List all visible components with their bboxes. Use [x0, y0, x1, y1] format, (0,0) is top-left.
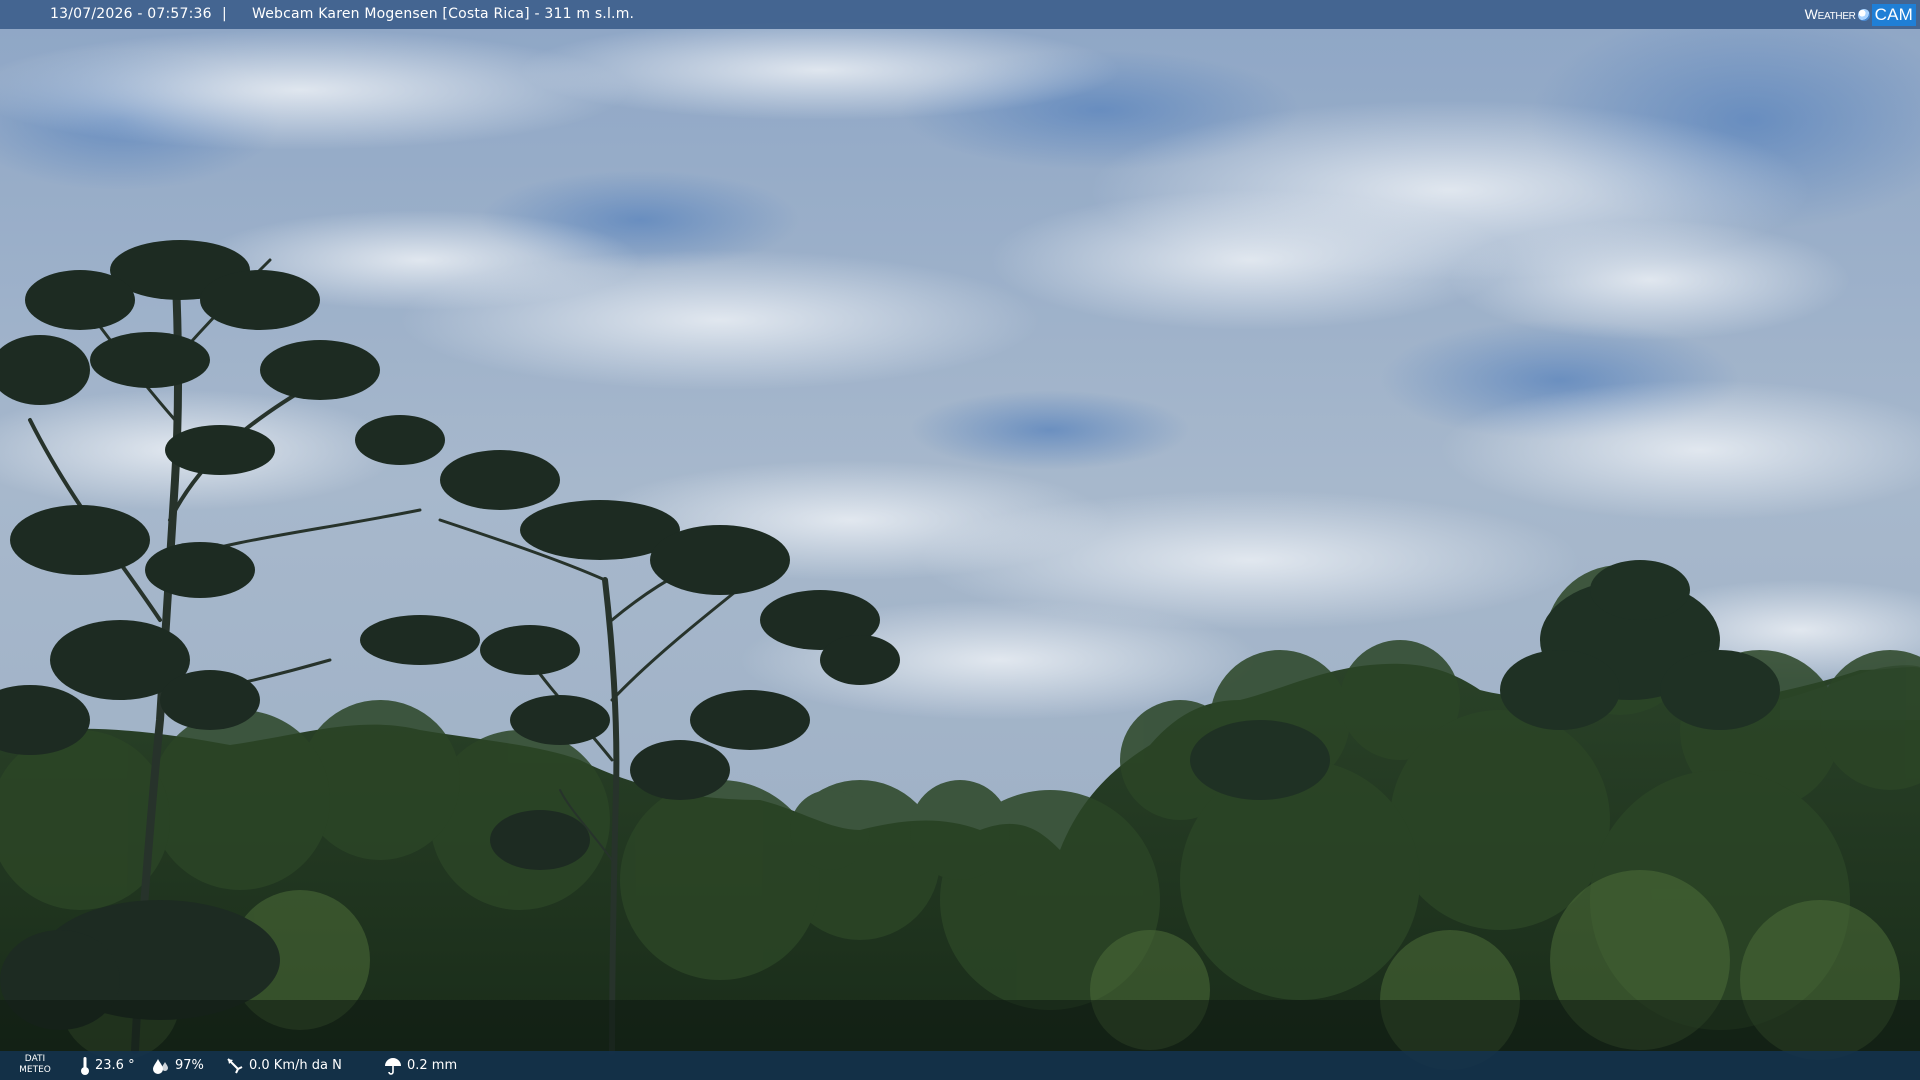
umbrella-icon: [384, 1057, 402, 1075]
webcam-frame: 13/07/2026 - 07:57:36 | Webcam Karen Mog…: [0, 0, 1920, 1080]
globe-icon: [1857, 8, 1870, 21]
meteo-label: METEO: [19, 1065, 51, 1075]
wind-value: 0.0 Km/h da N: [249, 1058, 342, 1073]
rain-readout: 0.2 mm: [384, 1051, 457, 1080]
thermometer-icon: [80, 1056, 90, 1076]
separator: |: [222, 6, 227, 22]
wind-vane-icon: [226, 1057, 244, 1075]
webcam-title: Webcam Karen Mogensen [Costa Rica] - 311…: [252, 6, 635, 22]
temperature-readout: 23.6 °: [80, 1051, 135, 1080]
weathercam-logo[interactable]: Weather CAM: [1805, 2, 1916, 27]
logo-cam-text: CAM: [1871, 3, 1916, 26]
temperature-value: 23.6 °: [95, 1058, 135, 1073]
logo-weather-text: Weather: [1804, 6, 1856, 22]
humidity-drops-icon: [152, 1058, 170, 1074]
webcam-image: [0, 0, 1920, 1080]
top-info-bar: 13/07/2026 - 07:57:36 | Webcam Karen Mog…: [0, 0, 1920, 29]
dati-meteo-label: DATI METEO: [18, 1054, 52, 1076]
weather-data-bar: DATI METEO 23.6 ° 97% 0.0 Km/h da N 0.2 …: [0, 1051, 1920, 1080]
humidity-value: 97%: [175, 1058, 204, 1073]
rain-value: 0.2 mm: [407, 1058, 458, 1073]
dati-label: DATI: [24, 1054, 46, 1064]
wind-readout: 0.0 Km/h da N: [226, 1051, 342, 1080]
timestamp: 13/07/2026 - 07:57:36: [50, 6, 212, 22]
humidity-readout: 97%: [152, 1051, 204, 1080]
